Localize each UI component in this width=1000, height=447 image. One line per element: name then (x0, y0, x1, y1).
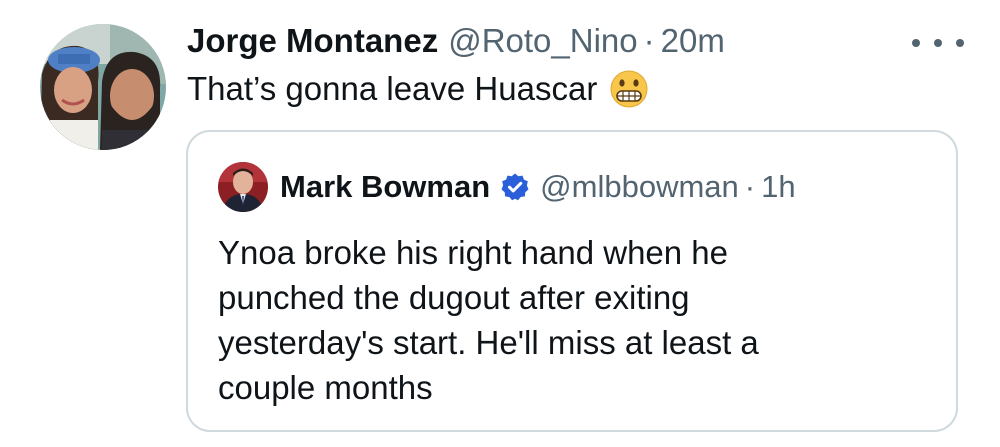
author-avatar[interactable] (40, 24, 166, 150)
tweet[interactable]: Jorge Montanez @Roto_Nino · 20m That’s g… (0, 0, 1000, 447)
quoted-author-avatar[interactable] (218, 162, 268, 212)
more-dot (912, 39, 920, 47)
quoted-tweet-header: Mark Bowman @mlbbowman · 1h (280, 165, 796, 209)
quoted-tweet-card[interactable]: Mark Bowman @mlbbowman · 1h Ynoa broke h… (186, 130, 958, 432)
quoted-text-line: Ynoa broke his right hand when he (218, 234, 729, 271)
separator-dot: · (643, 22, 655, 59)
quoted-text-line: couple months (218, 369, 433, 406)
quoted-author-name[interactable]: Mark Bowman (280, 169, 490, 205)
grimacing-face-icon (609, 69, 649, 109)
verified-badge-icon (500, 172, 530, 202)
quoted-text-line: punched the dugout after exiting (218, 279, 690, 316)
avatar-photo (40, 24, 166, 150)
more-dot (956, 39, 964, 47)
separator-dot: · (744, 169, 756, 204)
quoted-text-line: yesterday's start. He'll miss at least a (218, 324, 759, 361)
more-dot (934, 39, 942, 47)
quoted-tweet-text: Ynoa broke his right hand when he punche… (218, 230, 938, 410)
author-name[interactable]: Jorge Montanez (187, 22, 438, 60)
quoted-avatar-photo (218, 162, 268, 212)
tweet-text-content: That’s gonna leave Huascar (187, 70, 598, 107)
tweet-header: Jorge Montanez @Roto_Nino · 20m (187, 22, 725, 66)
tweet-timestamp[interactable]: 20m (661, 22, 725, 60)
more-options-icon[interactable] (912, 30, 964, 56)
quoted-author-handle[interactable]: @mlbbowman (540, 169, 739, 205)
tweet-text: That’s gonna leave Huascar (187, 66, 649, 112)
author-handle[interactable]: @Roto_Nino (448, 22, 637, 60)
quoted-tweet-timestamp[interactable]: 1h (761, 169, 795, 205)
